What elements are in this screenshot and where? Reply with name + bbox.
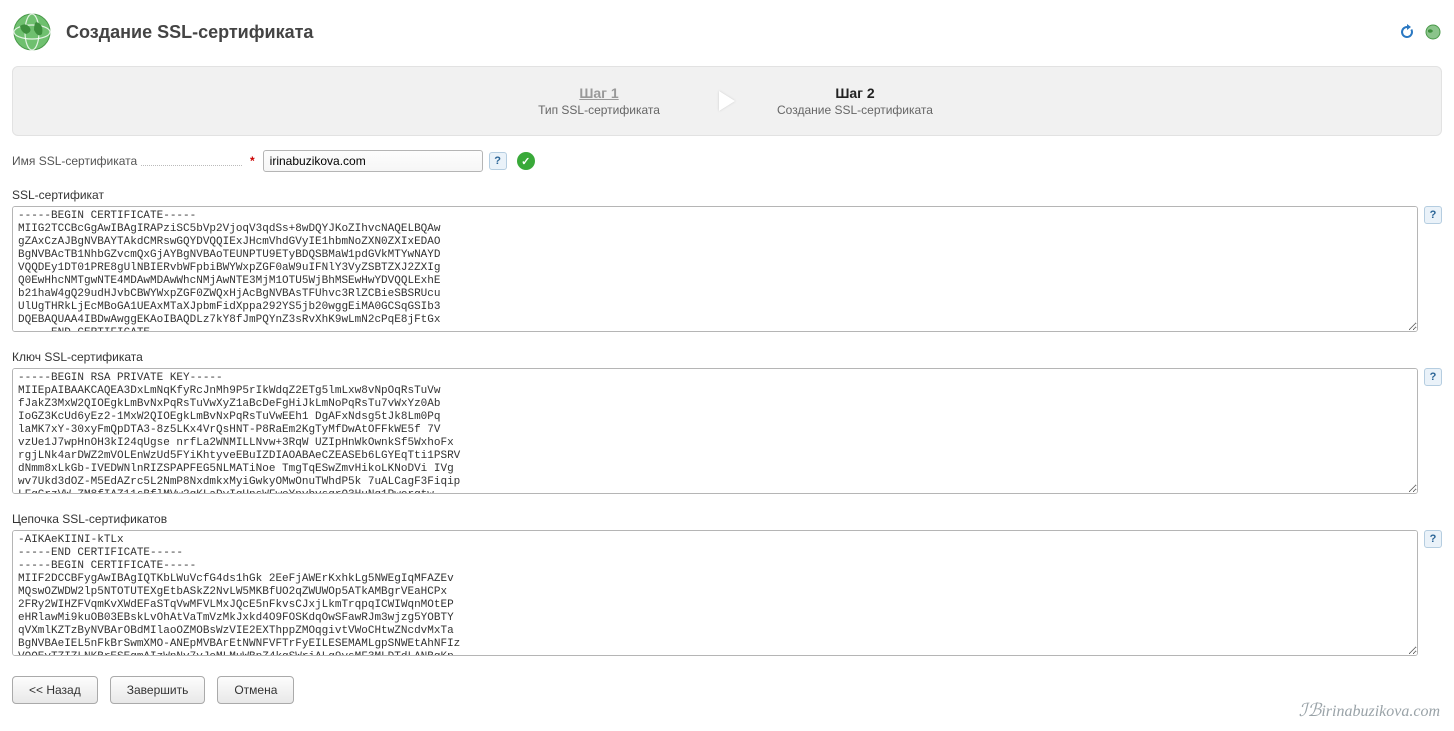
refresh-icon[interactable] <box>1398 23 1416 41</box>
cert-name-input[interactable] <box>263 150 483 172</box>
action-buttons: << Назад Завершить Отмена <box>12 676 1442 704</box>
key-section-label: Ключ SSL-сертификата <box>12 350 1442 364</box>
finish-button[interactable]: Завершить <box>110 676 206 704</box>
help-icon[interactable]: ? <box>1424 530 1442 548</box>
cert-name-label: Имя SSL-сертификата <box>12 154 242 168</box>
step-1-sub: Тип SSL-сертификата <box>499 103 699 117</box>
back-button[interactable]: << Назад <box>12 676 98 704</box>
world-settings-icon[interactable] <box>1424 23 1442 41</box>
cancel-button[interactable]: Отмена <box>217 676 294 704</box>
required-asterisk: * <box>250 154 255 168</box>
key-textarea[interactable] <box>12 368 1418 494</box>
chain-textarea[interactable] <box>12 530 1418 656</box>
cert-textarea-wrap: ? <box>12 206 1442 332</box>
step-1-label: Шаг 1 <box>499 85 699 101</box>
wizard-steps: Шаг 1 Тип SSL-сертификата Шаг 2 Создание… <box>12 66 1442 136</box>
step-2-sub: Создание SSL-сертификата <box>755 103 955 117</box>
chain-textarea-wrap: ? <box>12 530 1442 656</box>
check-ok-icon: ✓ <box>517 152 535 170</box>
globe-icon <box>12 12 52 52</box>
key-textarea-wrap: ? <box>12 368 1442 494</box>
wizard-step-1[interactable]: Шаг 1 Тип SSL-сертификата <box>499 85 699 117</box>
chain-section-label: Цепочка SSL-сертификатов <box>12 512 1442 526</box>
page-title: Создание SSL-сертификата <box>66 22 1398 43</box>
header-actions <box>1398 23 1442 41</box>
help-icon[interactable]: ? <box>489 152 507 170</box>
cert-name-row: Имя SSL-сертификата * ? ✓ <box>12 150 1442 172</box>
cert-textarea[interactable] <box>12 206 1418 332</box>
wizard-step-2: Шаг 2 Создание SSL-сертификата <box>755 85 955 117</box>
help-icon[interactable]: ? <box>1424 368 1442 386</box>
watermark: ℐℬirinabuzikova.com <box>1299 700 1440 721</box>
page-header: Создание SSL-сертификата <box>12 12 1442 52</box>
help-icon[interactable]: ? <box>1424 206 1442 224</box>
step-2-label: Шаг 2 <box>755 85 955 101</box>
arrow-right-icon <box>719 91 735 111</box>
cert-section-label: SSL-сертификат <box>12 188 1442 202</box>
